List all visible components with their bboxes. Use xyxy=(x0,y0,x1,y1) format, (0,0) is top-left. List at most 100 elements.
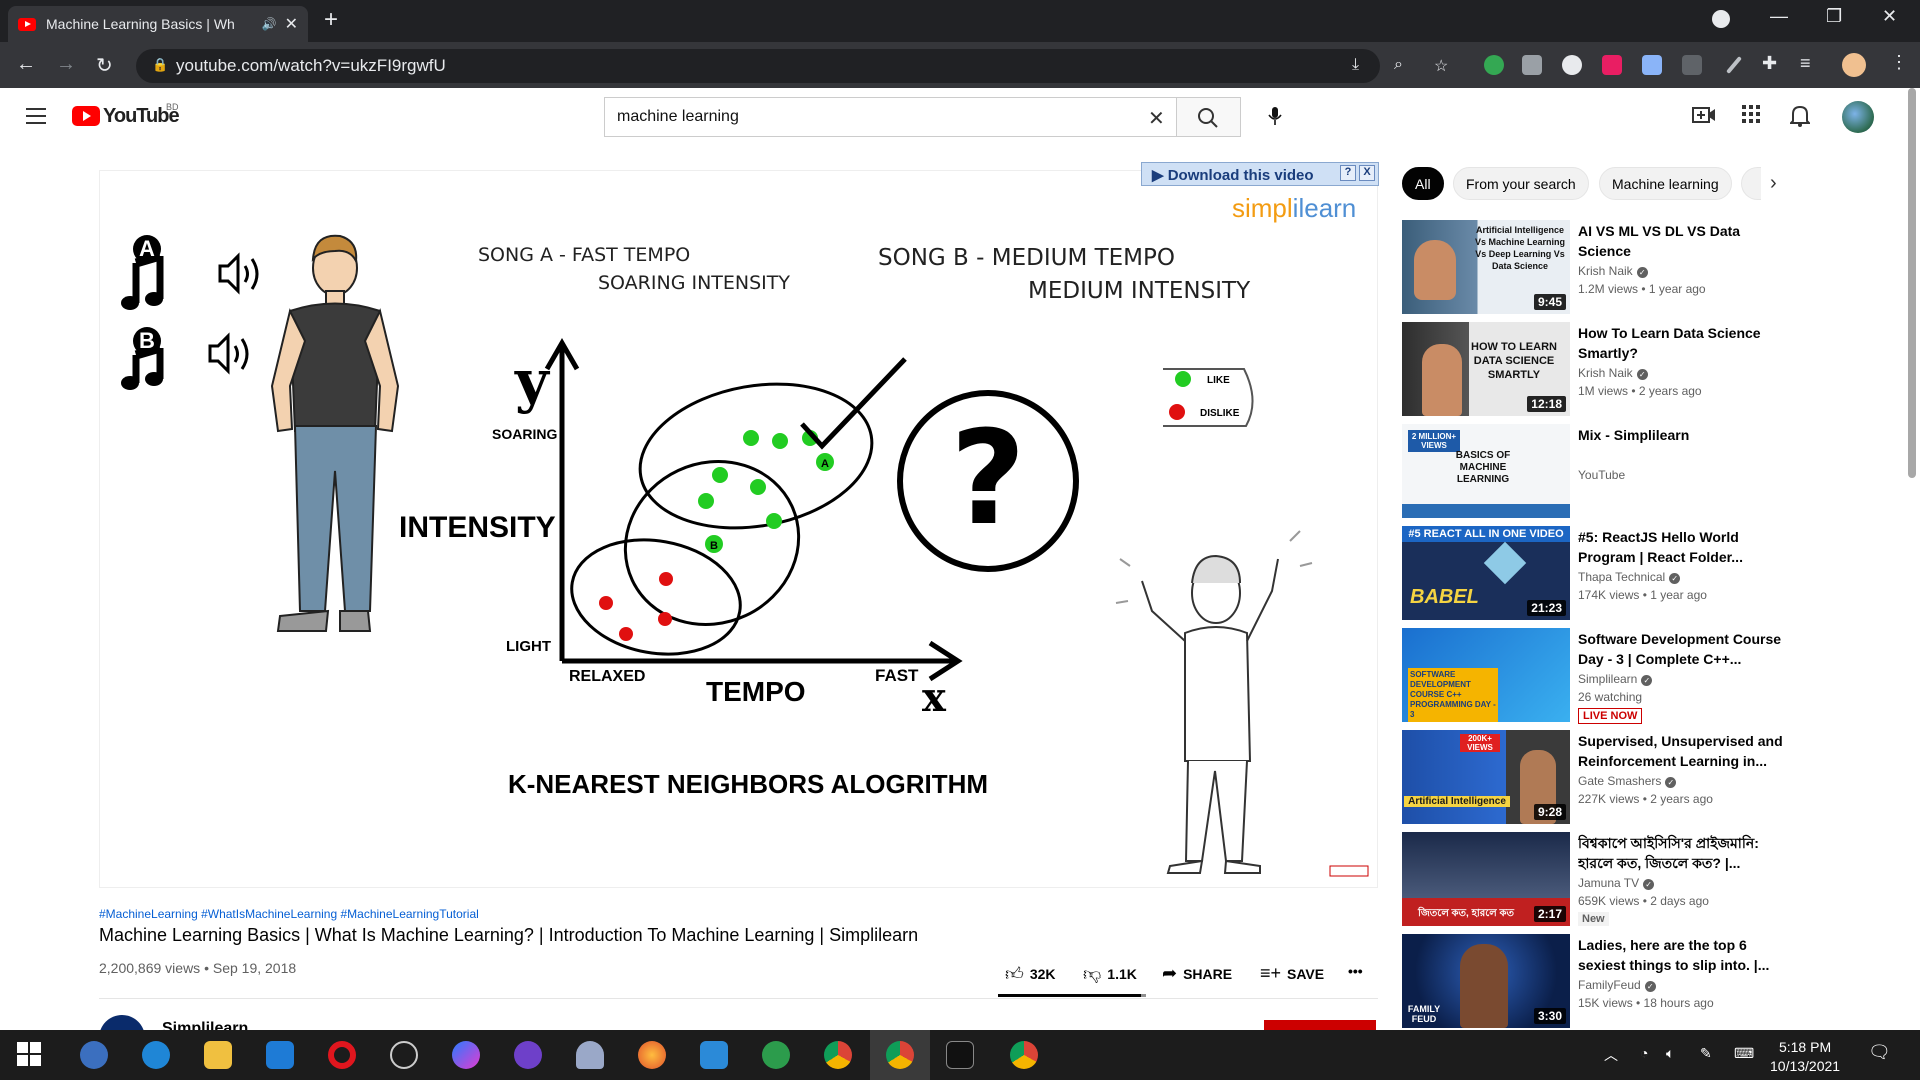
new-tab-button[interactable]: + xyxy=(324,6,338,34)
forward-icon[interactable]: → xyxy=(56,53,76,76)
video-hashtags[interactable]: #MachineLearning #WhatIsMachineLearning … xyxy=(99,907,479,921)
recommendation-title[interactable]: #5: ReactJS Hello World Program | React … xyxy=(1578,527,1790,567)
recommendation-item[interactable]: #5 REACT ALL IN ONE VIDEO BABEL 21:23 #5… xyxy=(1402,526,1902,622)
chrome-icon[interactable] xyxy=(824,1041,852,1069)
recommendation-channel[interactable]: Jamuna TV ✓ xyxy=(1578,876,1655,890)
zoom-icon[interactable]: ⌕ xyxy=(1394,56,1403,74)
recommendation-channel[interactable]: YouTube xyxy=(1578,468,1625,482)
recommendation-title[interactable]: How To Learn Data Science Smartly? xyxy=(1578,323,1790,363)
bookmark-star-icon[interactable]: ☆ xyxy=(1434,56,1448,76)
close-window-icon[interactable]: ✕ xyxy=(1882,6,1897,27)
extension-icon[interactable] xyxy=(1682,55,1702,75)
tray-chevron-icon[interactable]: ︿ xyxy=(1604,1045,1618,1065)
play-extension-icon[interactable] xyxy=(1602,55,1622,75)
thumbnail[interactable]: 200K+ VIEWS Artificial Intelligence 9:28 xyxy=(1402,730,1570,824)
share-button[interactable]: ➦ SHARE xyxy=(1162,963,1232,984)
mail-icon[interactable] xyxy=(266,1041,294,1069)
windows-start-icon[interactable] xyxy=(16,1041,44,1069)
chip-from-your-search[interactable]: From your search xyxy=(1453,167,1589,200)
opera-icon[interactable] xyxy=(328,1041,356,1069)
recommendation-channel[interactable]: Krish Naik ✓ xyxy=(1578,264,1648,278)
chrome-profile-icon[interactable] xyxy=(1010,1041,1038,1069)
recommendation-channel[interactable]: FamilyFeud ✓ xyxy=(1578,978,1656,992)
system-clock[interactable]: 5:18 PM 10/13/2021 xyxy=(1770,1038,1840,1076)
recommendation-channel[interactable]: Krish Naik ✓ xyxy=(1578,366,1648,380)
reading-list-icon[interactable]: ≡ xyxy=(1800,53,1811,74)
recommendation-title[interactable]: Ladies, here are the top 6 sexiest thing… xyxy=(1578,935,1790,975)
recommendation-title[interactable]: Mix - Simplilearn xyxy=(1578,425,1790,445)
recommendation-item[interactable]: SOFTWARE DEVELOPMENT COURSE C++ PROGRAMM… xyxy=(1402,628,1902,724)
profile-avatar-icon[interactable] xyxy=(1842,53,1866,77)
messenger-icon[interactable] xyxy=(452,1041,480,1069)
speaker-icon[interactable]: 🔊 xyxy=(262,17,277,31)
recommendation-channel[interactable]: Thapa Technical ✓ xyxy=(1578,570,1681,584)
recommendation-item[interactable]: 2 MILLION+ VIEWS BASICS OF MACHINE LEARN… xyxy=(1402,424,1902,520)
edge-browser-icon[interactable] xyxy=(142,1041,170,1069)
chevron-right-icon[interactable]: › xyxy=(1770,172,1777,195)
chip-all[interactable]: All xyxy=(1402,167,1444,200)
recommendation-channel[interactable]: Gate Smashers ✓ xyxy=(1578,774,1677,788)
keyboard-icon[interactable]: ⌨ xyxy=(1734,1045,1754,1062)
thumbnail[interactable]: Artificial Intelligence Vs Machine Learn… xyxy=(1402,220,1570,314)
recommendation-title[interactable]: Supervised, Unsupervised and Reinforceme… xyxy=(1578,731,1790,771)
firefox-icon[interactable] xyxy=(638,1041,666,1069)
apps-grid-icon[interactable] xyxy=(1742,105,1760,129)
install-icon[interactable]: ⤓ xyxy=(1352,56,1359,74)
account-avatar[interactable] xyxy=(1842,101,1874,133)
mushroom-app-icon[interactable] xyxy=(576,1041,604,1069)
page-scrollbar[interactable] xyxy=(1908,88,1916,478)
thumbnail[interactable]: SOFTWARE DEVELOPMENT COURSE C++ PROGRAMM… xyxy=(1402,628,1570,722)
volume-icon[interactable]: 🔈︎ xyxy=(1666,1045,1674,1062)
github-desktop-icon[interactable] xyxy=(514,1041,542,1069)
thumbnail[interactable]: HOW TO LEARN DATA SCIENCE SMARTLY 12:18 xyxy=(1402,322,1570,416)
chrome-active-icon[interactable] xyxy=(886,1041,914,1069)
recommendation-title[interactable]: Software Development Course Day - 3 | Co… xyxy=(1578,629,1790,669)
satellite-app-icon[interactable] xyxy=(390,1041,418,1069)
download-extension-icon[interactable] xyxy=(1642,55,1662,75)
youtube-logo-icon[interactable] xyxy=(72,106,100,126)
reload-icon[interactable]: ↻ xyxy=(96,53,113,78)
wifi-icon[interactable]: ◔ xyxy=(1640,1045,1648,1061)
notification-center-icon[interactable]: 🗨︎ xyxy=(1868,1042,1891,1063)
recommendation-item[interactable]: জিতলে কত, হারলে কত 2:17 বিশ্বকাপে আইসিসি… xyxy=(1402,832,1902,928)
minimize-icon[interactable]: — xyxy=(1770,6,1788,27)
save-button[interactable]: ≡+ SAVE xyxy=(1260,963,1324,984)
clear-search-icon[interactable]: ✕ xyxy=(1148,106,1165,131)
address-bar[interactable]: 🔒 youtube.com/watch?v=ukzFI9rgwfU ⤓ ⌕ ☆ xyxy=(136,49,1448,83)
dislike-button[interactable]: 👎︎ 1.1K xyxy=(1083,963,1137,985)
recommendation-item[interactable]: FAMILY FEUD 3:30 Ladies, here are the to… xyxy=(1402,934,1902,1030)
puzzle-extensions-icon[interactable]: ✚ xyxy=(1762,53,1777,74)
video-player[interactable]: A B SONG A - FAST TEMPO SOARING INTENSIT… xyxy=(99,170,1378,888)
subscribe-button[interactable] xyxy=(1264,1020,1376,1030)
search-input[interactable]: machine learning xyxy=(604,97,1177,137)
like-button[interactable]: 👍︎ 32K xyxy=(1005,963,1056,985)
chip-partial[interactable] xyxy=(1741,167,1761,200)
back-icon[interactable]: ← xyxy=(16,53,36,76)
globe-app-icon[interactable] xyxy=(762,1041,790,1069)
thumbnail[interactable]: FAMILY FEUD 3:30 xyxy=(1402,934,1570,1028)
recommendation-title[interactable]: বিশ্বকাপে আইসিসি'র প্রাইজমানি: হারলে কত,… xyxy=(1578,833,1790,873)
download-video-button[interactable]: ▶ Download this video ? X xyxy=(1141,162,1379,186)
channel-name[interactable]: Simplilearn xyxy=(162,1020,248,1030)
restore-icon[interactable]: ❐ xyxy=(1826,6,1842,27)
create-video-icon[interactable] xyxy=(1692,105,1716,131)
grammarly-extension-icon[interactable] xyxy=(1484,55,1504,75)
vscode-icon[interactable] xyxy=(700,1041,728,1069)
recommendation-title[interactable]: AI VS ML VS DL VS Data Science xyxy=(1578,221,1790,261)
tab-search-icon[interactable] xyxy=(1712,10,1730,28)
notifications-bell-icon[interactable] xyxy=(1788,105,1812,133)
recommendation-item[interactable]: 200K+ VIEWS Artificial Intelligence 9:28… xyxy=(1402,730,1902,826)
qbittorrent-icon[interactable] xyxy=(80,1041,108,1069)
kebab-menu-icon[interactable]: ⋮ xyxy=(1890,52,1908,73)
download-help-icon[interactable]: ? xyxy=(1340,165,1356,181)
hamburger-menu-icon[interactable] xyxy=(26,108,46,129)
download-close-icon[interactable]: X xyxy=(1359,165,1375,181)
voice-search-mic-icon[interactable] xyxy=(1258,100,1292,134)
file-explorer-icon[interactable] xyxy=(204,1041,232,1069)
recommendation-item[interactable]: HOW TO LEARN DATA SCIENCE SMARTLY 12:18 … xyxy=(1402,322,1902,418)
thumbnail[interactable]: #5 REACT ALL IN ONE VIDEO BABEL 21:23 xyxy=(1402,526,1570,620)
more-actions-button[interactable]: ••• xyxy=(1348,963,1363,979)
recommendation-item[interactable]: Artificial Intelligence Vs Machine Learn… xyxy=(1402,220,1902,316)
pen-extension-icon[interactable] xyxy=(1726,56,1742,74)
thumbnail[interactable]: 2 MILLION+ VIEWS BASICS OF MACHINE LEARN… xyxy=(1402,424,1570,518)
